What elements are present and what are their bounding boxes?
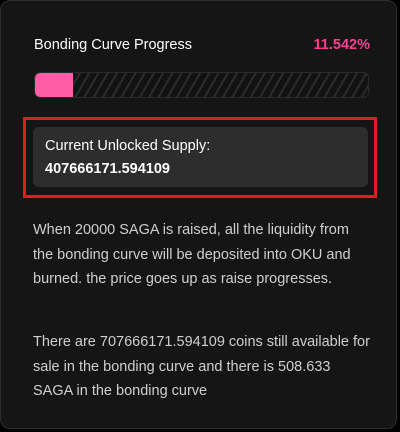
highlight-annotation-box xyxy=(23,117,377,198)
progress-header: Bonding Curve Progress 11.542% xyxy=(34,37,370,55)
progress-percent: 11.542% xyxy=(313,37,370,53)
progress-bar-fill xyxy=(35,73,74,97)
progress-title: Bonding Curve Progress xyxy=(34,37,192,53)
raise-info-text: When 20000 SAGA is raised, all the liqui… xyxy=(33,222,351,287)
availability-info-text: There are 707666171.594109 coins still a… xyxy=(33,334,370,399)
progress-bar xyxy=(34,72,369,98)
